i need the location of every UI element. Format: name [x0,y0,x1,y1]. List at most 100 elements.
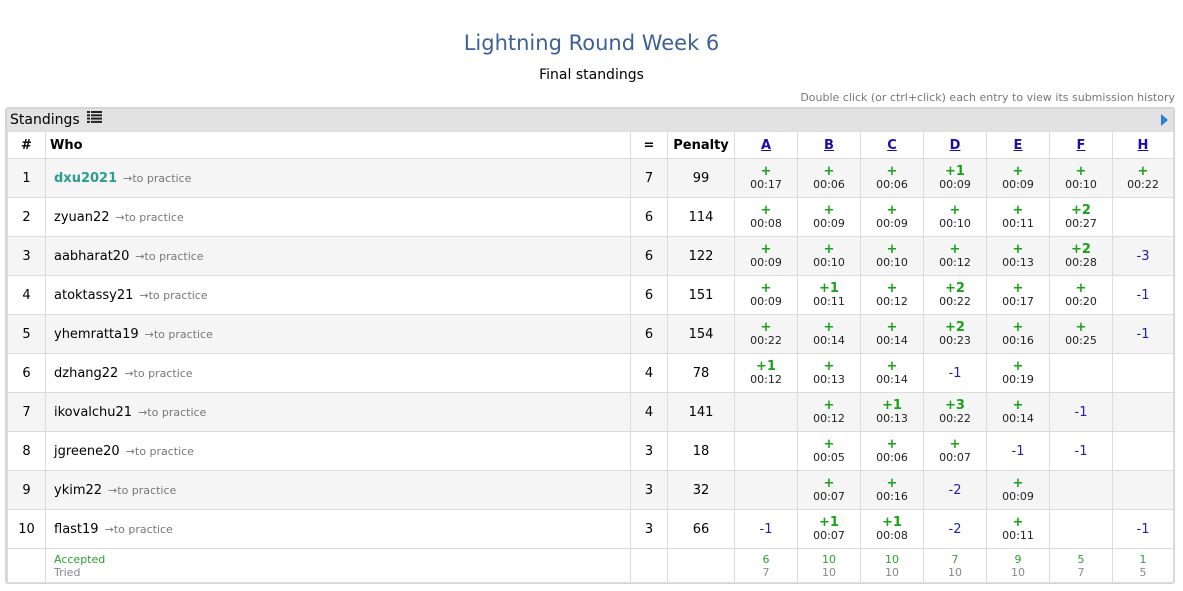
table-row[interactable]: 1 dxu2021 →to practice 7 99 +00:17 +00:06 +00:0… [7,158,1174,198]
to-practice-link[interactable]: →to practice [145,328,213,341]
problem-b-link[interactable]: B [824,138,834,153]
problem-result-cell[interactable]: +00:22 [1112,158,1174,198]
problem-result-cell[interactable] [734,431,798,471]
problem-result-cell[interactable]: +00:12 [860,275,924,315]
problem-result-cell[interactable]: -1 [1112,314,1174,354]
problem-result-cell[interactable]: +00:19 [986,353,1050,393]
problem-result-cell[interactable]: +3 00:22 [923,392,987,432]
problem-result-cell[interactable]: -3 [1112,236,1174,276]
table-row[interactable]: 6 dzhang22 →to practice 4 78 +1 00:12 +00:13 +00… [7,353,1174,393]
problem-result-cell[interactable] [1112,431,1174,471]
problem-result-cell[interactable] [1112,470,1174,510]
problem-h-link[interactable]: H [1138,138,1149,153]
table-row[interactable]: 9 ykim22 →to practice 3 32 +00:07 +00:16 -2 +00:… [7,470,1174,510]
problem-result-cell[interactable] [1049,470,1113,510]
problem-result-cell[interactable] [1112,197,1174,237]
problem-result-cell[interactable]: +00:22 [734,314,798,354]
problem-result-cell[interactable]: +00:09 [986,158,1050,198]
problem-result-cell[interactable]: +00:10 [860,236,924,276]
problem-result-cell[interactable] [734,392,798,432]
problem-result-cell[interactable] [1049,353,1113,393]
list-icon[interactable] [87,108,103,130]
problem-result-cell[interactable]: +1 00:07 [797,509,861,549]
problem-result-cell[interactable]: +00:06 [797,158,861,198]
username[interactable]: jgreene20 [54,444,120,459]
table-row[interactable]: 10 flast19 →to practice 3 66 -1 +1 00:07 +1 00:08… [7,509,1174,549]
username[interactable]: aabharat20 [54,249,129,264]
problem-e-link[interactable]: E [1014,138,1023,153]
problem-result-cell[interactable]: -1 [734,509,798,549]
problem-result-cell[interactable]: +00:16 [860,470,924,510]
problem-result-cell[interactable]: +00:14 [797,314,861,354]
problem-result-cell[interactable]: +00:06 [860,158,924,198]
to-practice-link[interactable]: →to practice [116,211,184,224]
problem-result-cell[interactable]: +00:14 [860,314,924,354]
problem-result-cell[interactable] [1112,392,1174,432]
problem-result-cell[interactable]: +00:25 [1049,314,1113,354]
table-row[interactable]: 2 zyuan22 →to practice 6 114 +00:08 +00:09 +00:… [7,197,1174,237]
problem-result-cell[interactable]: +1 00:13 [860,392,924,432]
to-practice-link[interactable]: →to practice [135,250,203,263]
username[interactable]: atoktassy21 [54,288,133,303]
to-practice-link[interactable]: →to practice [108,484,176,497]
problem-result-cell[interactable]: +00:17 [734,158,798,198]
username[interactable]: zyuan22 [54,210,110,225]
problem-result-cell[interactable]: +00:14 [986,392,1050,432]
username[interactable]: flast19 [54,522,99,537]
table-row[interactable]: 7 ikovalchu21 →to practice 4 141 +00:12 +1 00:1… [7,392,1174,432]
table-row[interactable]: 8 jgreene20 →to practice 3 18 +00:05 +00:06 +00… [7,431,1174,471]
problem-result-cell[interactable]: +00:05 [797,431,861,471]
to-practice-link[interactable]: →to practice [124,367,192,380]
problem-result-cell[interactable]: +1 00:08 [860,509,924,549]
problem-result-cell[interactable]: +00:08 [734,197,798,237]
problem-result-cell[interactable]: -1 [986,431,1050,471]
problem-result-cell[interactable]: +00:11 [986,197,1050,237]
problem-result-cell[interactable] [734,470,798,510]
username[interactable]: yhemratta19 [54,327,139,342]
problem-result-cell[interactable]: +00:16 [986,314,1050,354]
problem-f-link[interactable]: F [1077,138,1086,153]
problem-result-cell[interactable]: +2 00:28 [1049,236,1113,276]
problem-result-cell[interactable]: +00:09 [734,236,798,276]
problem-result-cell[interactable]: +00:12 [923,236,987,276]
problem-result-cell[interactable]: +00:09 [734,275,798,315]
problem-result-cell[interactable]: +00:12 [797,392,861,432]
problem-result-cell[interactable]: +00:14 [860,353,924,393]
problem-result-cell[interactable]: +00:07 [797,470,861,510]
to-practice-link[interactable]: →to practice [126,445,194,458]
problem-result-cell[interactable]: +00:09 [797,197,861,237]
problem-result-cell[interactable]: -2 [923,470,987,510]
username[interactable]: dxu2021 [54,171,117,186]
username[interactable]: ykim22 [54,483,102,498]
problem-result-cell[interactable]: -1 [923,353,987,393]
problem-result-cell[interactable]: +00:09 [860,197,924,237]
problem-result-cell[interactable]: +00:11 [986,509,1050,549]
problem-result-cell[interactable]: +00:09 [986,470,1050,510]
problem-result-cell[interactable]: +00:17 [986,275,1050,315]
problem-result-cell[interactable]: +00:13 [986,236,1050,276]
problem-result-cell[interactable]: +00:06 [860,431,924,471]
to-practice-link[interactable]: →to practice [138,406,206,419]
problem-result-cell[interactable] [1112,353,1174,393]
problem-d-link[interactable]: D [950,138,961,153]
problem-result-cell[interactable]: +2 00:22 [923,275,987,315]
to-practice-link[interactable]: →to practice [139,289,207,302]
problem-result-cell[interactable]: +00:07 [923,431,987,471]
problem-result-cell[interactable]: +00:10 [1049,158,1113,198]
to-practice-link[interactable]: →to practice [123,172,191,185]
expand-arrow-icon[interactable] [1161,114,1168,126]
problem-result-cell[interactable]: +1 00:11 [797,275,861,315]
to-practice-link[interactable]: →to practice [105,523,173,536]
username[interactable]: ikovalchu21 [54,405,132,420]
table-row[interactable]: 3 aabharat20 →to practice 6 122 +00:09 +00:10 +… [7,236,1174,276]
problem-result-cell[interactable]: -1 [1049,431,1113,471]
problem-result-cell[interactable]: +1 00:12 [734,353,798,393]
problem-result-cell[interactable]: +2 00:27 [1049,197,1113,237]
problem-result-cell[interactable]: +00:13 [797,353,861,393]
problem-result-cell[interactable]: +1 00:09 [923,158,987,198]
problem-c-link[interactable]: C [887,138,897,153]
username[interactable]: dzhang22 [54,366,118,381]
problem-result-cell[interactable]: -1 [1112,275,1174,315]
problem-a-link[interactable]: A [761,138,771,153]
problem-result-cell[interactable]: -1 [1049,392,1113,432]
